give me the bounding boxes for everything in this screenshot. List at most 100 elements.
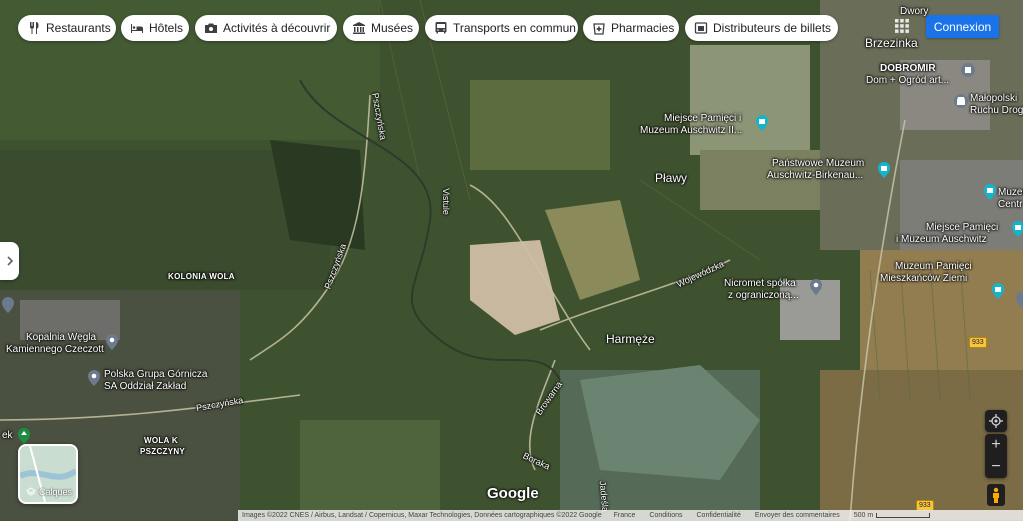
museum-pin-icon[interactable] <box>982 184 998 200</box>
chip-transports[interactable]: Transports en commun <box>425 15 578 41</box>
zoom-in-button[interactable]: + <box>985 434 1007 456</box>
chip-activites[interactable]: Activités à découvrir <box>195 15 337 41</box>
layers-icon <box>26 487 36 496</box>
signin-button[interactable]: Connexion <box>926 15 999 38</box>
zoom-control: + − <box>985 434 1007 478</box>
chip-restaurants[interactable]: Restaurants <box>18 15 116 41</box>
museum-icon <box>353 22 365 34</box>
poi-line: ek <box>2 430 13 441</box>
poi-label[interactable]: Kamiennego Czeczott <box>6 343 104 356</box>
place-label-brzezinka[interactable]: Brzezinka <box>865 37 918 50</box>
apps-grid-icon[interactable] <box>893 17 911 35</box>
layers-label-wrap: Calques <box>26 487 72 497</box>
layers-label: Calques <box>39 487 73 497</box>
place-pin-icon[interactable] <box>808 279 824 295</box>
chip-hotels[interactable]: Hôtels <box>121 15 189 41</box>
scale-bar <box>876 513 931 518</box>
poi-label[interactable]: Centr <box>998 198 1022 211</box>
my-location-button[interactable] <box>985 410 1007 432</box>
feedback-link[interactable]: Envoyer des commentaires <box>755 512 840 519</box>
poi-line: Centr <box>998 199 1023 210</box>
expand-panel-button[interactable] <box>0 242 19 280</box>
poi-line: Polska Grupa Górnicza <box>104 369 208 380</box>
place-pin-icon[interactable] <box>86 370 102 386</box>
bed-icon <box>131 24 143 33</box>
route-badge: 933 <box>969 337 987 348</box>
chevron-right-icon <box>6 256 13 266</box>
poi-label[interactable]: Auschwitz-Birkenau... <box>767 169 863 182</box>
chip-label: Hôtels <box>149 21 184 35</box>
poi-line: Kamiennego Czeczott <box>6 344 104 355</box>
imagery-attribution: Images ©2022 CNES / Airbus, Landsat / Co… <box>242 512 602 519</box>
pharmacy-icon <box>593 23 605 35</box>
my-location-control[interactable] <box>985 410 1007 432</box>
poi-line: Miejsce Pamięci <box>926 222 999 233</box>
chip-label: Transports en commun <box>453 21 576 35</box>
atm-icon <box>694 22 708 34</box>
fork-knife-icon <box>30 22 39 34</box>
river-label-vistule: Vistule <box>440 188 451 215</box>
shop-pin-icon[interactable] <box>960 62 976 78</box>
poi-line: SA Oddział Zakład <box>104 381 187 392</box>
chip-musees[interactable]: Musées <box>343 15 419 41</box>
terms-link[interactable]: Conditions <box>649 512 682 519</box>
park-pin-icon[interactable] <box>16 428 32 444</box>
place-label-dwory[interactable]: Dwory <box>900 5 928 18</box>
chip-distributeurs[interactable]: Distributeurs de billets <box>685 15 838 41</box>
poi-label[interactable]: z ograniczoną... <box>728 289 799 302</box>
museum-pin-icon[interactable] <box>876 162 892 178</box>
poi-label[interactable]: i Muzeum Auschwitz <box>896 233 987 246</box>
privacy-link[interactable]: Confidentialité <box>697 512 741 519</box>
chip-pharmacies[interactable]: Pharmacies <box>583 15 679 41</box>
chip-label: Pharmacies <box>611 21 675 35</box>
poi-label[interactable]: Dom + Ogród art... <box>866 74 949 87</box>
zoom-out-button[interactable]: − <box>985 456 1007 478</box>
poi-line: Auschwitz-Birkenau... <box>767 170 864 181</box>
museum-pin-icon[interactable] <box>754 115 770 131</box>
chip-label: Activités à découvrir <box>223 21 331 35</box>
poi-line: Miejsce Pamięci i <box>664 113 742 124</box>
poi-line: i Muzeum Auschwitz <box>896 234 987 245</box>
museum-pin-icon[interactable] <box>990 283 1006 299</box>
poi-line: Państwowe Muzeum <box>772 158 865 169</box>
poi-line: Dom + Ogród art... <box>866 75 950 86</box>
pegman-button[interactable] <box>987 484 1005 506</box>
place-label-kolonia-wola[interactable]: Kolonia Wola <box>168 270 235 283</box>
place-pin-icon[interactable] <box>104 334 120 350</box>
poi-line: Mieszkańców Ziemi <box>880 273 968 284</box>
place-pin-icon[interactable] <box>0 297 16 313</box>
poi-label[interactable]: Ruchu Drog <box>970 104 1023 117</box>
poi-line: Małopolski <box>970 93 1018 104</box>
place-label-pszczyny[interactable]: PSZCZYNY <box>140 445 185 458</box>
road-label-jadesla: Jadeśla <box>597 480 611 513</box>
pegman-icon <box>993 487 999 503</box>
layers-button[interactable]: Calques <box>18 444 78 504</box>
poi-line: Muzeum Auschwitz II... <box>640 125 743 136</box>
footer-bar: Images ©2022 CNES / Airbus, Landsat / Co… <box>238 510 1023 521</box>
poi-line: Muzeum Pamięci <box>895 261 972 272</box>
place-label-harmeze[interactable]: Harmęże <box>606 333 655 346</box>
bus-icon <box>435 22 447 34</box>
poi-label[interactable]: ek <box>2 429 13 442</box>
poi-label[interactable]: Mieszkańców Ziemi <box>880 272 967 285</box>
poi-label[interactable]: Muzeum Auschwitz II... <box>640 124 742 137</box>
place-label-plawy[interactable]: Pławy <box>655 172 687 185</box>
country-link[interactable]: France <box>614 512 636 519</box>
poi-line: Ruchu Drog <box>970 105 1023 116</box>
target-icon <box>989 414 1003 428</box>
poi-label[interactable]: SA Oddział Zakład <box>104 380 186 393</box>
office-pin-icon[interactable] <box>953 93 969 109</box>
chip-label: Musées <box>371 21 414 35</box>
place-pin-icon[interactable] <box>1014 292 1023 308</box>
museum-pin-icon[interactable] <box>1010 221 1023 237</box>
chip-label: Restaurants <box>46 21 111 35</box>
poi-line: Kopalnia Węgla <box>26 332 97 343</box>
camera-icon <box>205 23 217 33</box>
poi-line: Muzeum <box>998 187 1023 198</box>
poi-line: Nicromet spółka <box>724 278 796 289</box>
scale-label[interactable]: 500 m <box>854 512 873 519</box>
chip-label: Distributeurs de billets <box>713 21 832 35</box>
poi-line: DOBROMIR <box>880 63 936 74</box>
google-logo: Google <box>487 485 539 502</box>
poi-line: z ograniczoną... <box>728 290 799 301</box>
